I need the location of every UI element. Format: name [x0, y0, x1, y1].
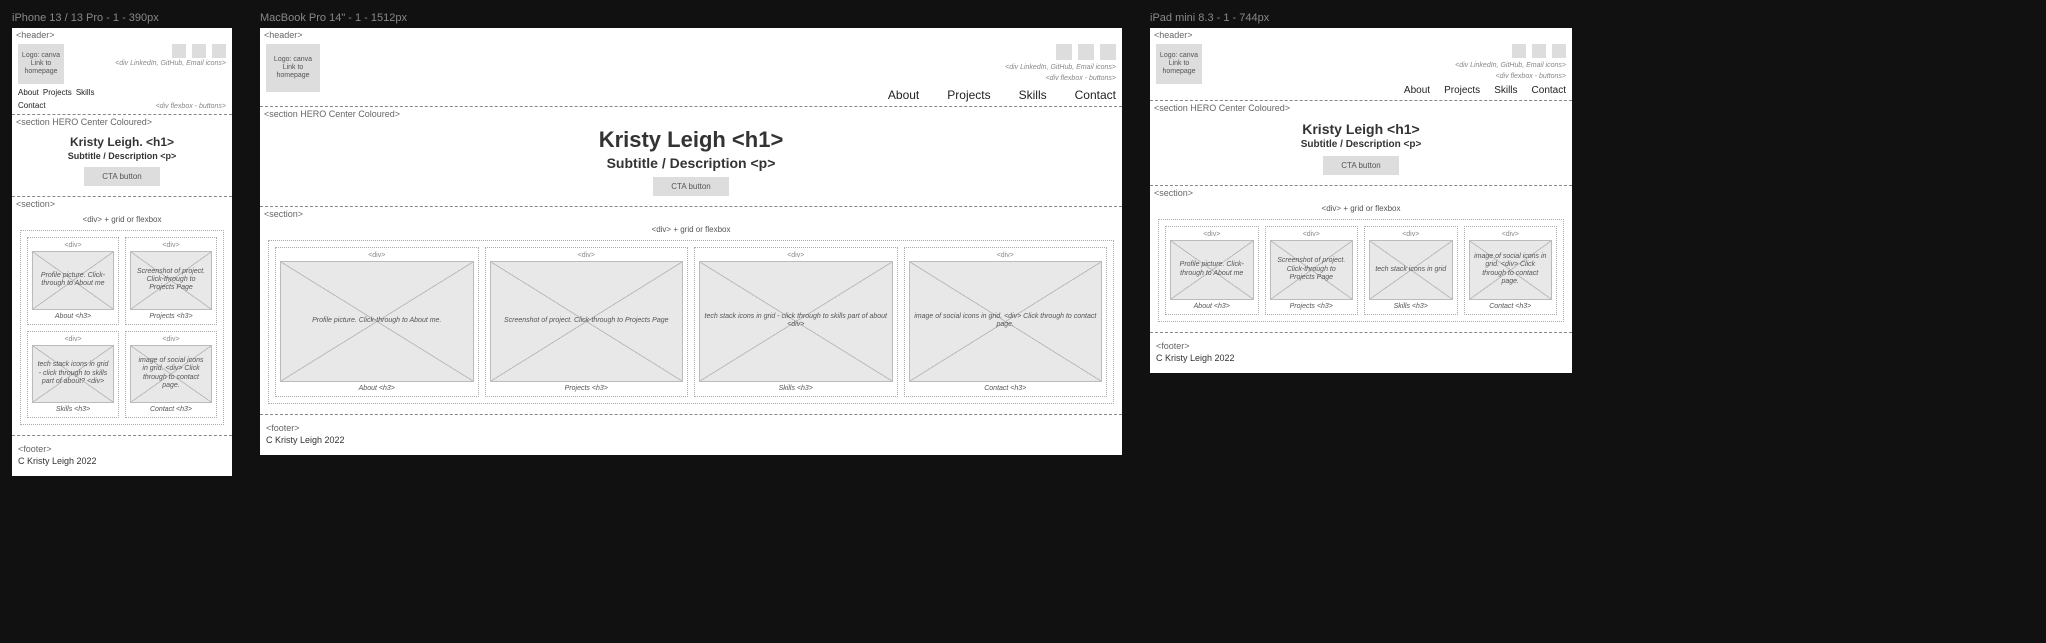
tag-hero: <section HERO Center Coloured>: [12, 115, 232, 129]
cta-button[interactable]: CTA button: [84, 167, 159, 186]
card-contact[interactable]: <div> image of social icons in grid. <di…: [1464, 226, 1558, 315]
nav-about[interactable]: About: [1404, 85, 1430, 96]
logo[interactable]: Logo: canva Link to homepage: [1156, 44, 1202, 84]
nav-skills[interactable]: Skills: [1494, 85, 1517, 96]
social-caption: <div LinkedIn, GitHub, Email icons>: [1455, 62, 1566, 69]
github-icon[interactable]: [192, 44, 206, 58]
linkedin-icon[interactable]: [1056, 44, 1072, 60]
nav-about[interactable]: About: [18, 88, 39, 97]
tag-footer: <footer>: [1156, 339, 1566, 353]
footer-text: C Kristy Leigh 2022: [1156, 353, 1566, 363]
frame-label-phone: iPhone 13 / 13 Pro - 1 - 390px: [12, 12, 232, 24]
card-contact[interactable]: <div> image of social icons in grid. <di…: [125, 331, 217, 419]
grid-note: <div> + grid or flexbox: [20, 215, 224, 224]
frame-label-desktop: MacBook Pro 14" - 1 - 1512px: [260, 12, 1122, 24]
tag-footer: <footer>: [266, 421, 1116, 435]
hero-subtitle: Subtitle / Description <p>: [16, 151, 228, 161]
card-skills[interactable]: <div> tech stack icons in grid Skills <h…: [1364, 226, 1458, 315]
github-icon[interactable]: [1532, 44, 1546, 58]
nav-about[interactable]: About: [888, 88, 919, 102]
tag-header: <header>: [12, 28, 232, 42]
nav-contact[interactable]: Contact: [1075, 88, 1116, 102]
cta-button[interactable]: CTA button: [1323, 156, 1398, 175]
hero-title: Kristy Leigh. <h1>: [16, 135, 228, 149]
card-contact[interactable]: <div> image of social icons in grid. <di…: [904, 247, 1108, 397]
nav-caption: <div flexbox - buttons>: [1046, 75, 1116, 82]
hero-title: Kristy Leigh <h1>: [1154, 121, 1568, 137]
email-icon[interactable]: [212, 44, 226, 58]
hero-title: Kristy Leigh <h1>: [264, 127, 1118, 153]
nav-skills[interactable]: Skills: [1019, 88, 1047, 102]
nav: About Projects Skills Contact: [1404, 85, 1566, 96]
hero-subtitle: Subtitle / Description <p>: [264, 155, 1118, 171]
tag-section: <section>: [260, 207, 1122, 221]
card-about[interactable]: <div> Profile picture. Click-through to …: [1165, 226, 1259, 315]
nav: About Projects Skills Contact: [888, 88, 1116, 102]
nav-contact[interactable]: Contact: [18, 101, 46, 110]
github-icon[interactable]: [1078, 44, 1094, 60]
nav-caption: <div flexbox - buttons>: [156, 103, 226, 110]
frame-tablet: <header> Logo: canva Link to homepage <d…: [1150, 28, 1572, 373]
nav-caption: <div flexbox - buttons>: [1496, 73, 1566, 80]
linkedin-icon[interactable]: [1512, 44, 1526, 58]
card-projects[interactable]: <div> Screenshot of project. Click-throu…: [125, 237, 217, 325]
hero-subtitle: Subtitle / Description <p>: [1154, 139, 1568, 150]
tag-header: <header>: [1150, 28, 1572, 42]
grid-note: <div> + grid or flexbox: [268, 225, 1114, 234]
card-about[interactable]: <div> Profile picture. Click-through to …: [275, 247, 479, 397]
logo[interactable]: Logo: canva Link to homepage: [18, 44, 64, 84]
nav-projects[interactable]: Projects: [1444, 85, 1480, 96]
tag-hero: <section HERO Center Coloured>: [1150, 101, 1572, 115]
footer-text: C Kristy Leigh 2022: [266, 435, 1116, 445]
nav: About Projects Skills Contact: [18, 88, 110, 110]
card-skills[interactable]: <div> tech stack icons in grid - click t…: [27, 331, 119, 419]
tag-hero: <section HERO Center Coloured>: [260, 107, 1122, 121]
email-icon[interactable]: [1100, 44, 1116, 60]
tag-section: <section>: [1150, 186, 1572, 200]
footer-text: C Kristy Leigh 2022: [18, 456, 226, 466]
frame-desktop: <header> Logo: canva Link to homepage <d…: [260, 28, 1122, 455]
nav-skills[interactable]: Skills: [76, 88, 95, 97]
frame-label-tablet: iPad mini 8.3 - 1 - 744px: [1150, 12, 1572, 24]
frame-phone: <header> Logo: canva Link to homepage <d…: [12, 28, 232, 476]
nav-projects[interactable]: Projects: [947, 88, 990, 102]
card-projects[interactable]: <div> Screenshot of project. Click-throu…: [1265, 226, 1359, 315]
social-caption: <div LinkedIn, GitHub, Email icons>: [115, 60, 226, 67]
card-about[interactable]: <div> Profile picture. Click-through to …: [27, 237, 119, 325]
card-skills[interactable]: <div> tech stack icons in grid - click t…: [694, 247, 898, 397]
cta-button[interactable]: CTA button: [653, 177, 728, 196]
card-projects[interactable]: <div> Screenshot of project. Click-throu…: [485, 247, 689, 397]
linkedin-icon[interactable]: [172, 44, 186, 58]
tag-footer: <footer>: [18, 442, 226, 456]
social-caption: <div LinkedIn, GitHub, Email icons>: [1005, 64, 1116, 71]
grid-note: <div> + grid or flexbox: [1158, 204, 1564, 213]
email-icon[interactable]: [1552, 44, 1566, 58]
nav-contact[interactable]: Contact: [1532, 85, 1566, 96]
logo[interactable]: Logo: canva Link to homepage: [266, 44, 320, 92]
tag-section: <section>: [12, 197, 232, 211]
nav-projects[interactable]: Projects: [43, 88, 72, 97]
tag-header: <header>: [260, 28, 1122, 42]
